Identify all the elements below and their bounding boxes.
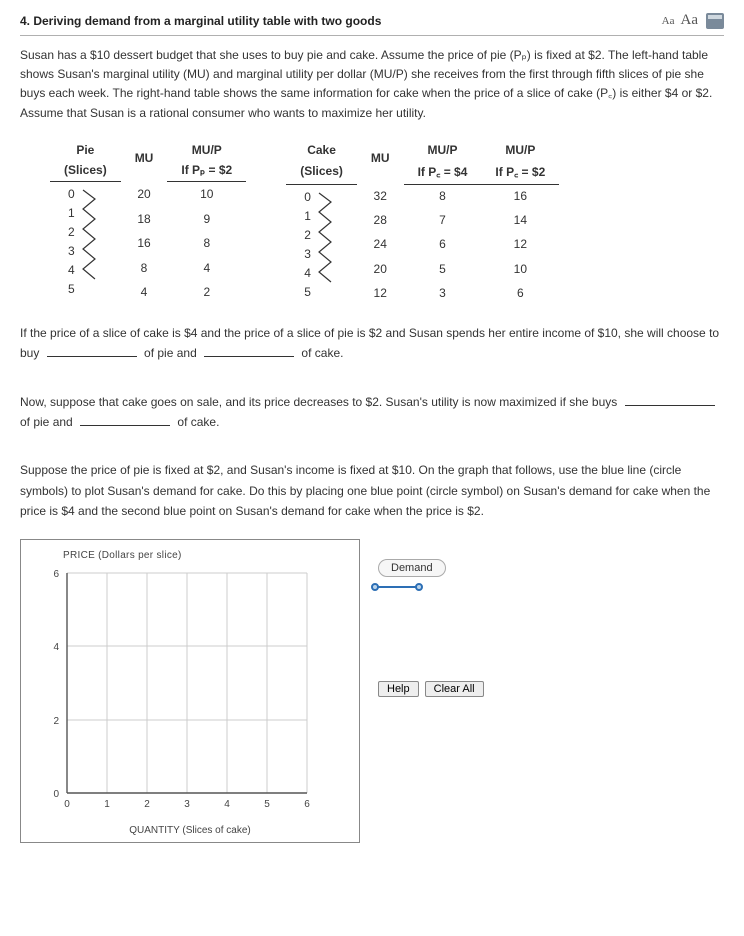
cell: 10 — [481, 257, 559, 281]
pie-slice: 4 — [68, 262, 75, 279]
q2-text-b: of pie and — [20, 415, 76, 429]
zigzag-icon — [317, 189, 333, 289]
cake-table: Cake MU MU/P MU/P (Slices) If P꜀ = $4 If… — [286, 141, 559, 305]
pie-table: Pie MU MU/P (Slices) If Pₚ = $2 0 1 2 3 … — [50, 141, 246, 305]
cell: 4 — [121, 280, 168, 305]
cell: 20 — [357, 257, 404, 281]
help-button[interactable]: Help — [378, 681, 419, 697]
cake-h1: Cake — [286, 141, 357, 161]
cell: 6 — [481, 281, 559, 305]
pie-slice: 1 — [68, 205, 75, 222]
blank-pie-1[interactable] — [47, 343, 137, 357]
x-tick: 1 — [104, 799, 110, 810]
question-title: 4. Deriving demand from a marginal utili… — [20, 14, 656, 28]
cell: 16 — [121, 231, 168, 256]
y-tick: 6 — [53, 569, 59, 580]
calculator-icon[interactable] — [706, 13, 724, 29]
x-tick: 5 — [264, 799, 270, 810]
cell: 2 — [167, 280, 246, 305]
cake-h3: MU/P — [404, 141, 482, 161]
font-increase-button[interactable]: Aa — [681, 12, 699, 29]
cake-slice: 3 — [304, 246, 311, 263]
zigzag-icon — [81, 186, 97, 286]
cell: 10 — [167, 182, 246, 207]
pie-slice: 2 — [68, 224, 75, 241]
pie-slice: 3 — [68, 243, 75, 260]
cake-h4b: If P꜀ = $2 — [481, 161, 559, 185]
cake-h1b: (Slices) — [286, 161, 357, 185]
pie-h1b: (Slices) — [50, 161, 121, 182]
cake-slice: 4 — [304, 265, 311, 282]
intro-text: Susan has a $10 dessert budget that she … — [20, 46, 724, 123]
cake-slice: 1 — [304, 208, 311, 225]
cell: 28 — [357, 208, 404, 232]
q2-text-c: of cake. — [177, 415, 219, 429]
x-tick: 6 — [304, 799, 310, 810]
pie-slice: 0 — [68, 186, 75, 203]
cell: 12 — [357, 281, 404, 305]
x-tick: 3 — [184, 799, 190, 810]
cell: 7 — [404, 208, 482, 232]
pie-h1: Pie — [50, 141, 121, 161]
font-decrease-button[interactable]: Aa — [662, 15, 675, 27]
x-axis-title: QUANTITY (Slices of cake) — [31, 825, 349, 836]
cell: 4 — [167, 256, 246, 281]
cell: 3 — [404, 281, 482, 305]
question-1: If the price of a slice of cake is $4 an… — [20, 323, 724, 364]
pie-h2: MU — [121, 141, 168, 182]
x-tick: 2 — [144, 799, 150, 810]
cell: 8 — [167, 231, 246, 256]
graph-plot-area[interactable]: 0 2 4 6 0 1 2 3 4 5 6 — [37, 563, 337, 823]
cake-slice: 5 — [304, 284, 311, 301]
blank-cake-1[interactable] — [204, 343, 294, 357]
q1-text-b: of pie and — [144, 346, 200, 360]
cake-slice: 2 — [304, 227, 311, 244]
cake-slice: 0 — [304, 189, 311, 206]
question-2: Now, suppose that cake goes on sale, and… — [20, 392, 724, 433]
cell: 5 — [404, 257, 482, 281]
clear-all-button[interactable]: Clear All — [425, 681, 484, 697]
cell: 6 — [404, 232, 482, 256]
y-axis-title: PRICE (Dollars per slice) — [63, 550, 349, 561]
y-tick: 4 — [53, 642, 59, 653]
x-tick: 4 — [224, 799, 230, 810]
demand-line-icon — [372, 583, 446, 591]
y-tick: 0 — [53, 789, 59, 800]
q2-text-a: Now, suppose that cake goes on sale, and… — [20, 395, 621, 409]
cake-h2: MU — [357, 141, 404, 185]
cell: 9 — [167, 207, 246, 232]
cell: 8 — [404, 184, 482, 208]
pie-slice: 5 — [68, 281, 75, 298]
cell: 8 — [121, 256, 168, 281]
demand-legend-tool[interactable]: Demand — [378, 559, 446, 591]
cell: 20 — [121, 182, 168, 207]
pie-h3: MU/P — [167, 141, 246, 161]
cell: 18 — [121, 207, 168, 232]
cell: 24 — [357, 232, 404, 256]
cell: 12 — [481, 232, 559, 256]
x-tick: 0 — [64, 799, 70, 810]
question-3: Suppose the price of pie is fixed at $2,… — [20, 460, 724, 521]
blank-pie-2[interactable] — [625, 392, 715, 406]
y-tick: 2 — [53, 716, 59, 727]
pie-h3b: If Pₚ = $2 — [167, 161, 246, 182]
demand-label: Demand — [378, 559, 446, 577]
graph-box: PRICE (Dollars per slice) — [20, 539, 360, 843]
cell: 14 — [481, 208, 559, 232]
blank-cake-2[interactable] — [80, 412, 170, 426]
cake-h3b: If P꜀ = $4 — [404, 161, 482, 185]
cake-h4: MU/P — [481, 141, 559, 161]
cell: 16 — [481, 184, 559, 208]
cell: 32 — [357, 184, 404, 208]
q1-text-c: of cake. — [301, 346, 343, 360]
